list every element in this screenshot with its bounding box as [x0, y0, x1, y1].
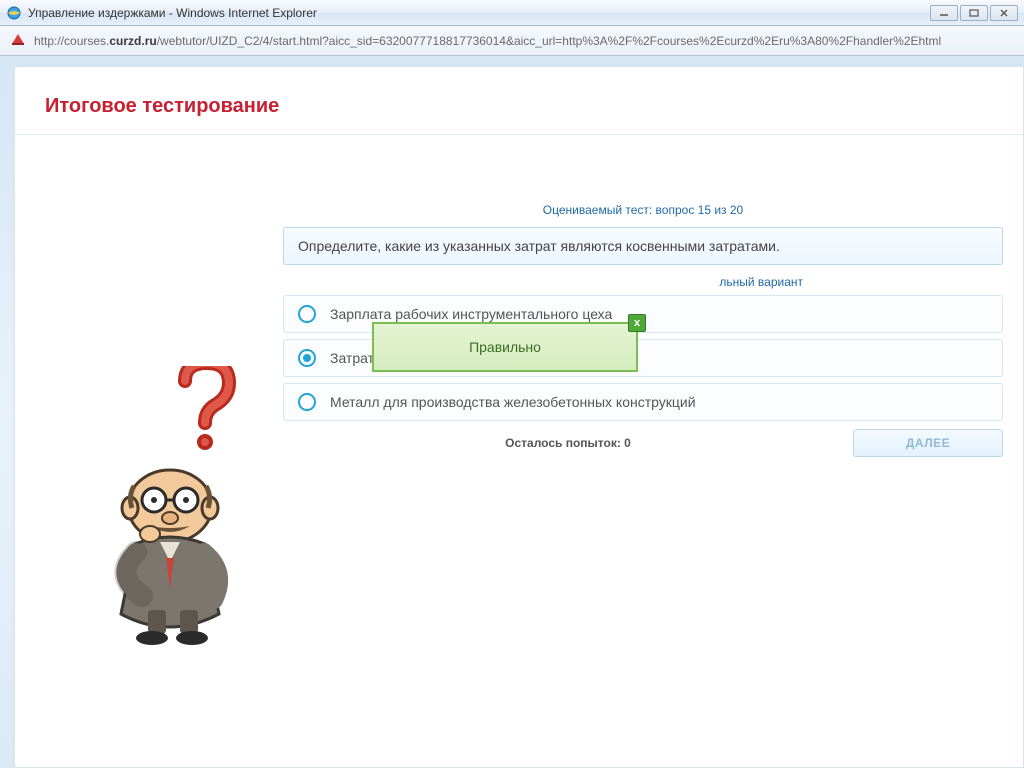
- close-button[interactable]: [990, 5, 1018, 21]
- page-title: Итоговое тестирование: [15, 67, 1023, 134]
- quiz-footer: Осталось попыток: 0 ДАЛЕЕ: [283, 429, 1003, 457]
- question-text: Определите, какие из указанных затрат яв…: [283, 227, 1003, 265]
- close-icon[interactable]: x: [628, 314, 646, 332]
- maximize-button[interactable]: [960, 5, 988, 21]
- feedback-text: Правильно: [469, 339, 541, 355]
- mascot-image: [100, 366, 260, 646]
- browser-window: Управление издержками - Windows Internet…: [0, 0, 1024, 768]
- minimize-button[interactable]: [930, 5, 958, 21]
- url-host: curzd.ru: [109, 34, 156, 48]
- window-titlebar: Управление издержками - Windows Internet…: [0, 0, 1024, 26]
- radio-icon[interactable]: [298, 349, 316, 367]
- feedback-popup: Правильно x: [372, 322, 638, 372]
- ie-icon: [6, 5, 22, 21]
- radio-icon[interactable]: [298, 393, 316, 411]
- option-row[interactable]: Металл для производства железобетонных к…: [283, 383, 1003, 421]
- hint-text: льный вариант: [283, 275, 1003, 289]
- option-label: Металл для производства железобетонных к…: [330, 394, 696, 410]
- url-path: /webtutor/UIZD_C2/4/start.html?aicc_sid=…: [157, 34, 941, 48]
- attempts-label: Осталось попыток: 0: [283, 436, 853, 450]
- viewport: Итоговое тестирование Оцениваемый тест: …: [0, 56, 1024, 768]
- next-button[interactable]: ДАЛЕЕ: [853, 429, 1003, 457]
- divider: [15, 134, 1023, 135]
- progress-label: Оцениваемый тест: вопрос 15 из 20: [283, 203, 1003, 217]
- window-title: Управление издержками - Windows Internet…: [28, 6, 317, 20]
- radio-icon[interactable]: [298, 305, 316, 323]
- option-label: Зарплата рабочих инструментального цеха: [330, 306, 612, 322]
- window-controls: [928, 5, 1018, 21]
- address-bar[interactable]: http://courses.curzd.ru/webtutor/UIZD_C2…: [0, 26, 1024, 56]
- url-text: http://courses.curzd.ru/webtutor/UIZD_C2…: [34, 34, 941, 48]
- site-favicon-icon: [10, 31, 26, 50]
- url-prefix: http://courses.: [34, 34, 109, 48]
